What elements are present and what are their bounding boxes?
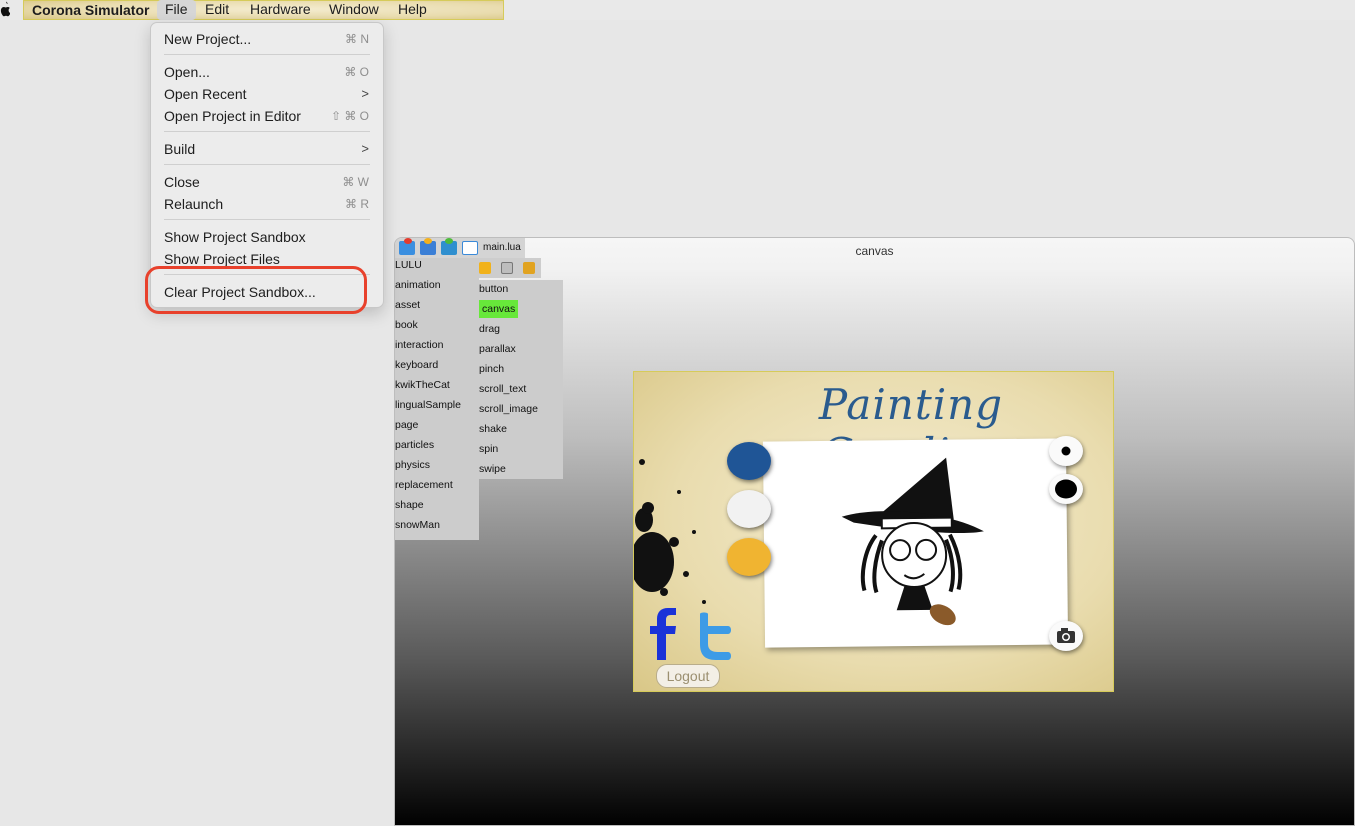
shortcut-label: ⇧ ⌘ O [330,109,369,123]
twitter-icon[interactable] [690,612,734,660]
shortcut-label: ⌘ N [345,32,369,46]
menu-item-open-in-editor[interactable]: Open Project in Editor ⇧ ⌘ O [164,106,370,126]
shortcut-label: ⌘ O [344,65,369,79]
facebook-icon[interactable] [648,608,678,660]
color-swatch-yellow[interactable] [727,538,771,576]
list-item[interactable]: keyboard [395,356,438,374]
camera-icon [1057,628,1075,643]
add-icon[interactable] [501,262,513,274]
menu-item-build[interactable]: Build > [164,139,370,159]
lock-icon[interactable] [479,262,491,274]
list-item[interactable]: physics [395,456,430,474]
list-item[interactable]: interaction [395,336,443,354]
badge-dot [404,238,412,244]
drawing-paper[interactable] [762,438,1069,648]
list-item[interactable]: asset [395,296,420,314]
list-item[interactable]: animation [395,276,441,294]
apple-icon[interactable] [0,1,10,17]
list-item[interactable]: shape [395,496,424,514]
menu-item-close[interactable]: Close ⌘ W [164,172,370,192]
list-item[interactable]: scroll_image [479,400,538,418]
open-file-name: main.lua [483,242,521,253]
list-item[interactable]: parallax [479,340,516,358]
logout-button[interactable]: Logout [656,664,720,688]
menu-item-show-sandbox[interactable]: Show Project Sandbox [164,227,370,247]
menu-separator [164,164,370,165]
project-toolbar: main.lua [395,238,525,258]
menu-help[interactable]: Help [390,0,435,20]
menu-item-label: New Project... [164,31,252,47]
trash-icon[interactable] [523,262,535,274]
menu-separator [164,54,370,55]
menu-item-label: Show Project Sandbox [164,229,306,245]
list-item-selected[interactable]: canvas [479,300,519,318]
menu-item-label: Close [164,174,200,190]
badge-dot [445,238,453,244]
project-list: LULU animation asset book interaction ke… [395,258,479,540]
list-item[interactable]: scroll_text [479,380,526,398]
app-canvas: Painting Candice [633,371,1114,692]
list-item[interactable]: swipe [479,460,506,478]
brush-dot-large [1055,479,1077,499]
brush-dot-small [1061,446,1071,456]
page-list: button canvas drag parallax pinch scroll… [479,280,563,479]
list-item[interactable]: pinch [479,360,504,378]
menu-item-label: Build [164,141,196,157]
menu-item-label: Open Project in Editor [164,108,301,124]
color-swatch-white[interactable] [727,490,771,528]
menu-item-label: Open... [164,64,210,80]
color-swatch-blue[interactable] [727,442,771,480]
menu-separator [164,131,370,132]
menu-window[interactable]: Window [321,0,387,20]
menu-edit[interactable]: Edit [197,0,237,20]
menu-hardware[interactable]: Hardware [242,0,319,20]
shortcut-label: ⌘ W [342,175,369,189]
menu-item-label: Relaunch [164,196,224,212]
menu-bar: Corona Simulator File Edit Hardware Wind… [0,0,1355,20]
ink-splatter-decoration [634,459,706,604]
list-item[interactable]: button [479,280,508,298]
highlight-annotation [145,266,367,314]
list-item[interactable]: spin [479,440,498,458]
brush-size-large[interactable] [1049,474,1083,504]
list-item[interactable]: lingualSample [395,396,461,414]
list-item[interactable]: shake [479,420,507,438]
menu-item-open-recent[interactable]: Open Recent > [164,84,370,104]
list-item[interactable]: snowMan [395,516,440,534]
witch-illustration [841,457,984,626]
menu-file[interactable]: File [157,0,196,20]
brush-size-small[interactable] [1049,436,1083,466]
list-item[interactable]: page [395,416,418,434]
chevron-right-icon: > [361,86,369,101]
list-item[interactable]: drag [479,320,500,338]
camera-button[interactable] [1049,621,1083,651]
window-title: canvas [855,244,894,258]
list-item[interactable]: kwikTheCat [395,376,450,394]
chevron-right-icon: > [361,141,369,156]
list-item[interactable]: replacement [395,476,453,494]
list-item[interactable]: book [395,316,418,334]
menu-item-label: Open Recent [164,86,247,102]
menu-item-new-project[interactable]: New Project... ⌘ N [164,29,370,49]
document-icon[interactable] [462,241,478,255]
shortcut-label: ⌘ R [345,197,369,211]
menu-item-open[interactable]: Open... ⌘ O [164,62,370,82]
menu-separator [164,219,370,220]
badge-dot [424,238,432,244]
list-item[interactable]: LULU [395,256,422,274]
page-toolbar [479,258,541,278]
menu-item-relaunch[interactable]: Relaunch ⌘ R [164,194,370,214]
list-item[interactable]: particles [395,436,434,454]
